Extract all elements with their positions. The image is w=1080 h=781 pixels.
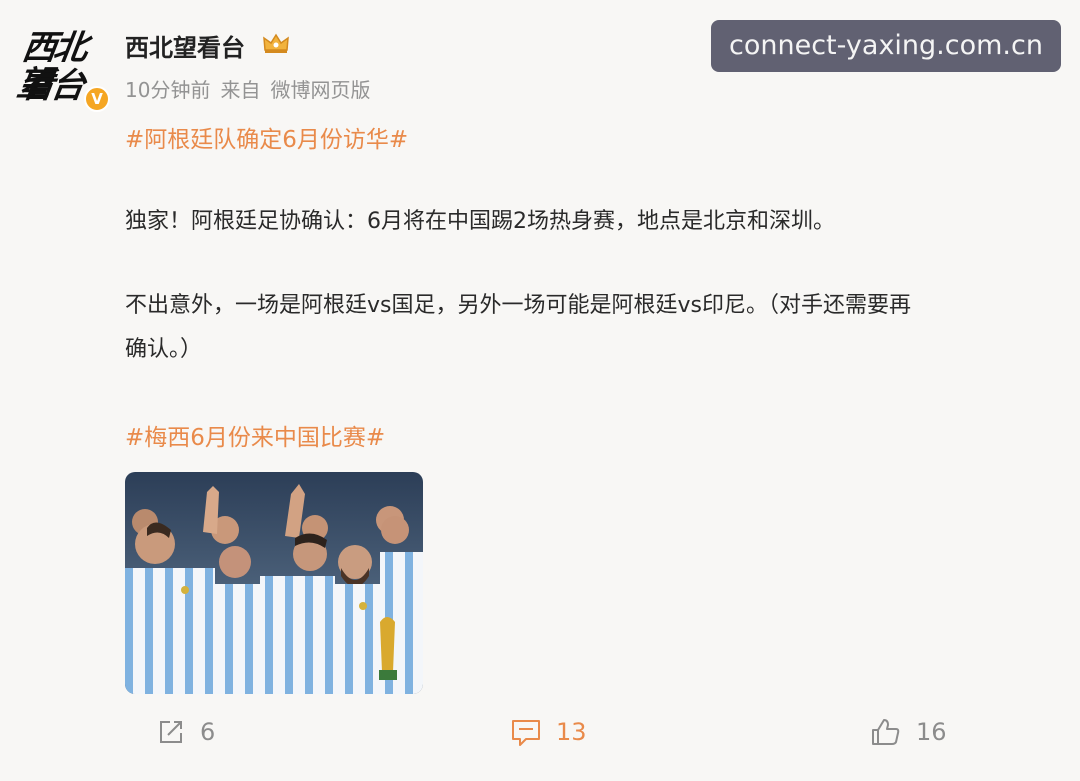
avatar-text-line2: 看台 <box>17 66 85 106</box>
hashtag-link[interactable]: #阿根廷队确定6月份访华# <box>125 120 408 154</box>
comment-button[interactable]: 13 <box>510 712 587 752</box>
team-photo <box>125 472 423 694</box>
post-meta: 10分钟前 来自 微博网页版 <box>125 74 380 103</box>
source-prefix: 来自 <box>220 78 261 102</box>
post-paragraph: 不出意外，一场是阿根廷vs国足，另外一场可能是阿根廷vs印尼。（对手还需要再 <box>125 293 911 318</box>
post-paragraph: 确认。） <box>125 337 203 362</box>
post-time: 10分钟前 <box>125 78 211 102</box>
post-paragraph: 独家！阿根廷足协确认：6月将在中国踢2场热身赛，地点是北京和深圳。 <box>125 209 835 234</box>
watermark: connect-yaxing.com.cn <box>711 20 1061 72</box>
verified-badge-icon: V <box>84 86 110 112</box>
comment-count: 13 <box>556 718 587 746</box>
share-count: 6 <box>200 718 216 746</box>
post-image[interactable] <box>125 472 423 694</box>
username[interactable]: 西北望看台 <box>125 28 245 63</box>
avatar[interactable]: 西北望 看台 V <box>15 26 110 112</box>
share-button[interactable]: 6 <box>156 712 215 752</box>
hashtag-link[interactable]: #梅西6月份来中国比赛# <box>125 418 385 452</box>
crown-icon <box>263 33 289 53</box>
comment-icon <box>512 720 540 746</box>
thumbs-up-icon <box>872 719 900 745</box>
like-count: 16 <box>916 718 947 746</box>
like-button[interactable]: 16 <box>870 712 947 752</box>
share-icon <box>160 721 182 743</box>
post-source[interactable]: 微博网页版 <box>270 78 370 102</box>
